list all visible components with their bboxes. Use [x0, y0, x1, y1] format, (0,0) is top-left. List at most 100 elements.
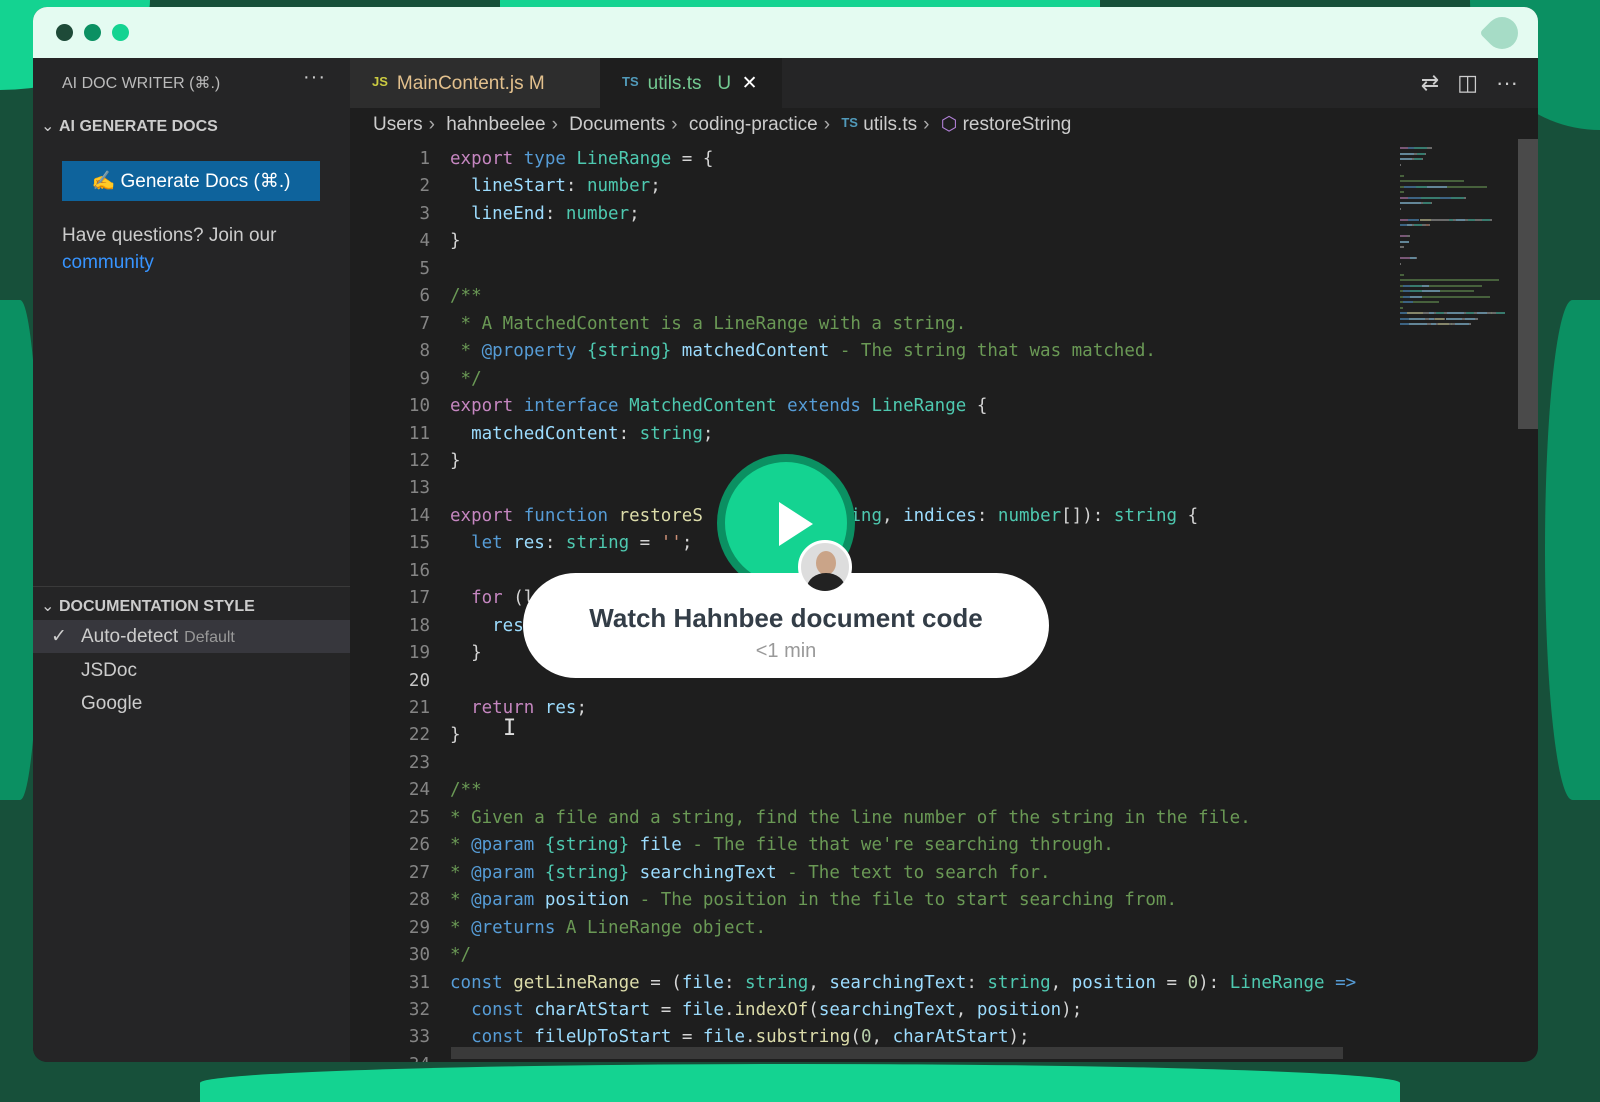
line-number: 28 — [408, 890, 430, 911]
code-token: type — [513, 149, 566, 169]
minimap-mark — [1400, 218, 1408, 221]
breadcrumb-item[interactable]: hahnbeelee — [446, 114, 545, 135]
line-number: 5 — [419, 258, 430, 279]
minimap-mark — [1445, 317, 1463, 320]
style-option-google[interactable]: Google — [33, 687, 350, 720]
code-token: => — [1324, 972, 1357, 993]
option-label: Auto-detect — [81, 626, 179, 647]
check-icon: ✓ — [51, 626, 67, 647]
title-bar — [33, 7, 1538, 58]
minimap-mark — [1427, 147, 1433, 149]
minimap-mark — [1420, 196, 1441, 199]
minimap-mark — [1454, 323, 1469, 325]
close-tab-icon[interactable]: ✕ — [742, 73, 758, 94]
minimap-mark — [1450, 196, 1464, 199]
code-token: ing — [850, 505, 882, 526]
code-token: const — [450, 972, 503, 993]
style-option-jsdoc[interactable]: JSDoc — [33, 654, 350, 687]
code-token: - The string that was matched. — [829, 341, 1156, 362]
generate-docs-button[interactable]: ✍ Generate Docs (⌘.) — [62, 161, 320, 201]
breadcrumb-item[interactable]: utils.ts — [863, 114, 917, 135]
code-token: function — [513, 505, 609, 526]
code-token: * A MatchedContent is a LineRange with a… — [450, 313, 967, 334]
line-number: 12 — [408, 450, 430, 471]
code-token: LineRange — [1229, 972, 1325, 993]
code-token: ( — [850, 1027, 861, 1048]
breadcrumb-item[interactable]: Documents — [569, 114, 665, 135]
line-number: 19 — [408, 643, 430, 664]
minimap-mark — [1400, 163, 1402, 166]
maximize-window-button[interactable] — [112, 24, 129, 41]
bg-blob — [200, 1064, 1400, 1102]
minimap-mark — [1414, 147, 1428, 149]
line-number: 32 — [408, 999, 430, 1020]
breadcrumb: Users › hahnbeelee › Documents › coding-pra… — [373, 114, 1072, 135]
code-token: ; — [650, 176, 661, 197]
video-overlay-card[interactable]: Watch Hahnbee document code <1 min — [523, 573, 1049, 678]
tab-utils-ts[interactable]: TS utils.ts U ✕ — [600, 58, 782, 108]
divider — [33, 586, 350, 587]
help-question: Have questions? Join our — [62, 225, 277, 246]
split-editor-icon[interactable]: ◫ — [1457, 70, 1478, 96]
compare-changes-icon[interactable]: ⇄ — [1421, 70, 1439, 96]
minimap-mark — [1440, 196, 1451, 199]
code-token: number — [586, 176, 651, 197]
breadcrumb-item[interactable]: coding-practice — [689, 114, 818, 135]
code-line: const charAtStart = file.indexOf(searchi… — [450, 1000, 1082, 1020]
code-token: '' — [660, 533, 682, 554]
horizontal-scrollbar[interactable] — [451, 1047, 1343, 1059]
line-number: 27 — [408, 862, 430, 883]
minimap-mark — [1415, 185, 1428, 188]
code-token: res — [534, 698, 577, 718]
code-line: */ — [450, 945, 471, 965]
minimap-mark — [1475, 317, 1478, 320]
code-line: } — [450, 451, 461, 471]
minimap-mark — [1422, 158, 1424, 160]
line-number: 7 — [419, 313, 430, 334]
code-token: position — [1071, 972, 1156, 993]
line-number: 34 — [350, 1055, 430, 1062]
style-option-auto-detect[interactable]: ✓ Auto-detect Default — [33, 620, 350, 653]
community-link[interactable]: community — [62, 252, 154, 273]
code-token: const — [450, 999, 524, 1020]
bg-blob — [1545, 300, 1600, 800]
code-token: : — [565, 176, 587, 197]
breadcrumb-item[interactable]: restoreString — [963, 114, 1072, 135]
code-token: * — [450, 890, 472, 911]
code-token: : — [618, 423, 640, 444]
minimap-mark — [1400, 279, 1499, 281]
code-token: file — [681, 999, 724, 1020]
minimap-mark — [1400, 180, 1464, 182]
vertical-scrollbar[interactable] — [1518, 139, 1538, 429]
code-token: let — [450, 533, 503, 554]
minimap-mark — [1400, 158, 1412, 160]
breadcrumb-item[interactable]: Users — [373, 114, 423, 135]
option-label: Google — [81, 693, 143, 714]
code-token: LineRange — [565, 149, 672, 169]
code-token: position — [976, 999, 1062, 1020]
minimap-mark — [1400, 207, 1402, 210]
code-token: * — [450, 917, 472, 938]
tab-maincontent-js[interactable]: JS MainContent.js M — [350, 58, 600, 108]
minimap-mark — [1402, 290, 1411, 292]
minimap-mark — [1427, 185, 1447, 188]
minimap-mark — [1400, 317, 1410, 320]
minimap-mark — [1481, 218, 1490, 221]
close-window-button[interactable] — [56, 24, 73, 41]
more-actions-icon[interactable]: ··· — [1496, 70, 1518, 96]
minimap-mark — [1402, 284, 1411, 287]
code-token: charAtStart — [523, 999, 651, 1020]
overlay-duration: <1 min — [755, 640, 817, 662]
line-number: 13 — [408, 478, 430, 499]
code-line: * @param {string} file - The file that w… — [450, 835, 1114, 855]
minimap[interactable] — [1395, 139, 1518, 339]
code-token: res — [450, 615, 524, 636]
section-documentation-style[interactable]: ⌄ DOCUMENTATION STYLE — [41, 596, 255, 616]
section-ai-generate-docs[interactable]: ⌄ AI GENERATE DOCS — [41, 116, 218, 136]
minimize-window-button[interactable] — [84, 24, 101, 41]
minimap-mark — [1400, 262, 1402, 265]
more-actions-icon[interactable]: ··· — [303, 66, 326, 89]
minimap-mark — [1409, 317, 1425, 320]
minimap-mark — [1406, 235, 1411, 237]
code-token: /** — [450, 286, 482, 307]
